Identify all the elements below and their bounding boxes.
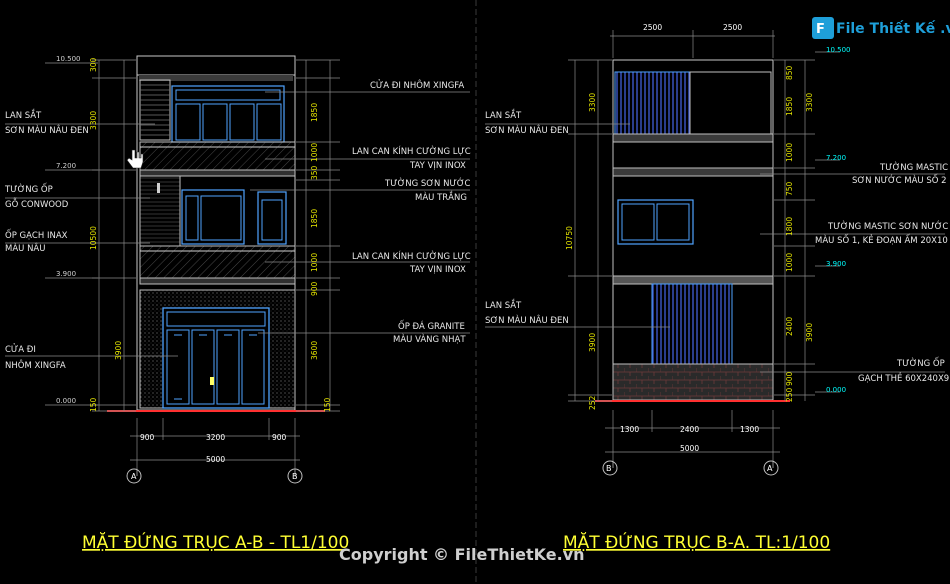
left-dim-i7: 3600 [310, 341, 319, 360]
right-rnote-3a: TƯỜNG ỐP [896, 356, 945, 369]
svg-text:F: F [816, 22, 825, 37]
left-dim-i5: 1000 [310, 253, 319, 272]
right-note-1a: LAN SẮT [485, 108, 522, 121]
left-dim-l5: 150 [89, 397, 98, 412]
left-note-3a: ỐP GẠCH INAX [5, 228, 68, 241]
right-dim-t1: 2500 [643, 23, 662, 32]
left-dim-b2: 3200 [206, 433, 225, 442]
right-dim-i2: 1850 [785, 97, 794, 116]
right-rnote-3b: GẠCH THẺ 60X240X9 [858, 372, 949, 384]
left-level-3: 3.900 [56, 270, 76, 278]
left-dim-l4: 3900 [114, 341, 123, 360]
left-note-1b: SƠN MÀU NÂU ĐEN [5, 124, 89, 136]
right-rnote-2b: MÀU SỐ 1, KẺ ĐOẠN ẤM 20X10 [815, 233, 948, 246]
left-rnote-1: CỬA ĐI NHÔM XINGFA [370, 79, 464, 91]
copyright-text: Copyright © FileThietKe.vn [339, 545, 585, 564]
left-level-4: 0.000 [56, 397, 76, 405]
left-rnote-3a: TƯỜNG SƠN NƯỚC [384, 177, 471, 189]
right-dim-b3: 1300 [740, 425, 759, 434]
right-dim-i5: 1800 [785, 217, 794, 236]
left-dim-i6: 900 [310, 281, 319, 296]
left-level-1: 10.500 [56, 55, 81, 63]
left-rnote-2b: TAY VỊN INOX [409, 161, 466, 171]
right-rnote-1b: SƠN NƯỚC MÀU SỐ 2 [852, 173, 947, 186]
right-dim-b2: 2400 [680, 425, 699, 434]
right-dim-i1: 850 [785, 65, 794, 80]
left-dim-l2: 3300 [89, 111, 98, 130]
right-rnote-2a: TƯỜNG MASTIC SƠN NƯỚC [827, 220, 948, 232]
left-note-4a: CỬA ĐI [5, 343, 36, 355]
left-rnote-4b: TAY VỊN INOX [409, 265, 466, 275]
right-axis-b: B [606, 464, 612, 473]
left-rnote-2a: LAN CAN KÍNH CƯỜNG LỰC [352, 145, 471, 157]
left-note-2a: TƯỜNG ỐP [4, 182, 53, 195]
right-level-2: 7.200 [826, 154, 846, 162]
left-note-2b: GỖ CONWOOD [5, 197, 69, 210]
left-dim-i3: 350 [310, 165, 319, 180]
left-dim-l1: 300 [89, 57, 98, 72]
left-note-1a: LAN SẮT [5, 108, 42, 121]
left-note-4b: NHÔM XINGFA [5, 359, 66, 371]
elevation-drawings: F File Thiết Kế .vn LAN SẮT SƠN MÀU NÂU … [4, 0, 950, 584]
right-note-1b: SƠN MÀU NÂU ĐEN [485, 124, 569, 136]
right-dim-t2: 2500 [723, 23, 742, 32]
right-dim-l4: 252 [588, 395, 597, 410]
left-dim-b1: 900 [140, 433, 155, 442]
left-title: MẶT ĐỨNG TRỤC A-B - TL1/100 [82, 531, 349, 553]
right-elevation [485, 30, 945, 476]
right-level-3: 3.900 [826, 260, 846, 268]
right-dim-i3: 1000 [785, 143, 794, 162]
right-level-1: 10.500 [826, 46, 851, 54]
right-dim-i4: 750 [785, 181, 794, 196]
right-dim-l3: 3300 [588, 93, 597, 112]
left-dim-b3: 900 [272, 433, 287, 442]
right-note-2b: SƠN MÀU NÂU ĐEN [485, 314, 569, 326]
right-axis-a: A [767, 464, 773, 473]
cad-drawing-canvas: { "logo": {"text": "File Thiết Kế .vn"},… [0, 0, 950, 584]
right-dim-l1: 10750 [565, 226, 574, 250]
right-dim-l2: 3900 [588, 333, 597, 352]
left-note-3b: MÀU NÂU [5, 242, 45, 254]
right-dim-i6: 1000 [785, 253, 794, 272]
left-rnote-3b: MÀU TRẮNG [415, 190, 467, 203]
left-dim-i1: 1850 [310, 103, 319, 122]
left-dim-i8: 150 [323, 397, 332, 412]
left-level-2: 7.200 [56, 162, 76, 170]
right-level-4: 0.000 [826, 386, 846, 394]
right-dim-total: 5000 [680, 444, 699, 453]
left-dim-i2: 1000 [310, 143, 319, 162]
left-dim-l3: 10500 [89, 226, 98, 250]
right-dim-i8: 900 [785, 371, 794, 386]
left-dim-total: 5000 [206, 455, 225, 464]
site-logo[interactable]: F File Thiết Kế .vn [812, 17, 950, 39]
left-rnote-5b: MÀU VÀNG NHẠT [393, 333, 466, 345]
right-note-2a: LAN SẮT [485, 298, 522, 311]
right-dim-r1: 3300 [805, 93, 814, 112]
right-dim-b1: 1300 [620, 425, 639, 434]
right-dim-i7: 2400 [785, 317, 794, 336]
left-dim-i4: 1850 [310, 209, 319, 228]
right-dim-i9: 250 [785, 387, 794, 402]
right-dim-r2: 3900 [805, 323, 814, 342]
right-title: MẶT ĐỨNG TRỤC B-A. TL:1/100 [563, 531, 830, 553]
left-rnote-5a: ỐP ĐÁ GRANITE [398, 319, 465, 332]
left-axis-a: A [131, 472, 137, 481]
left-rnote-4a: LAN CAN KÍNH CƯỜNG LỰC [352, 250, 471, 262]
right-rnote-1a: TƯỜNG MASTIC [879, 161, 948, 173]
left-axis-b: B [292, 472, 298, 481]
logo-text: File Thiết Kế .vn [836, 20, 950, 37]
